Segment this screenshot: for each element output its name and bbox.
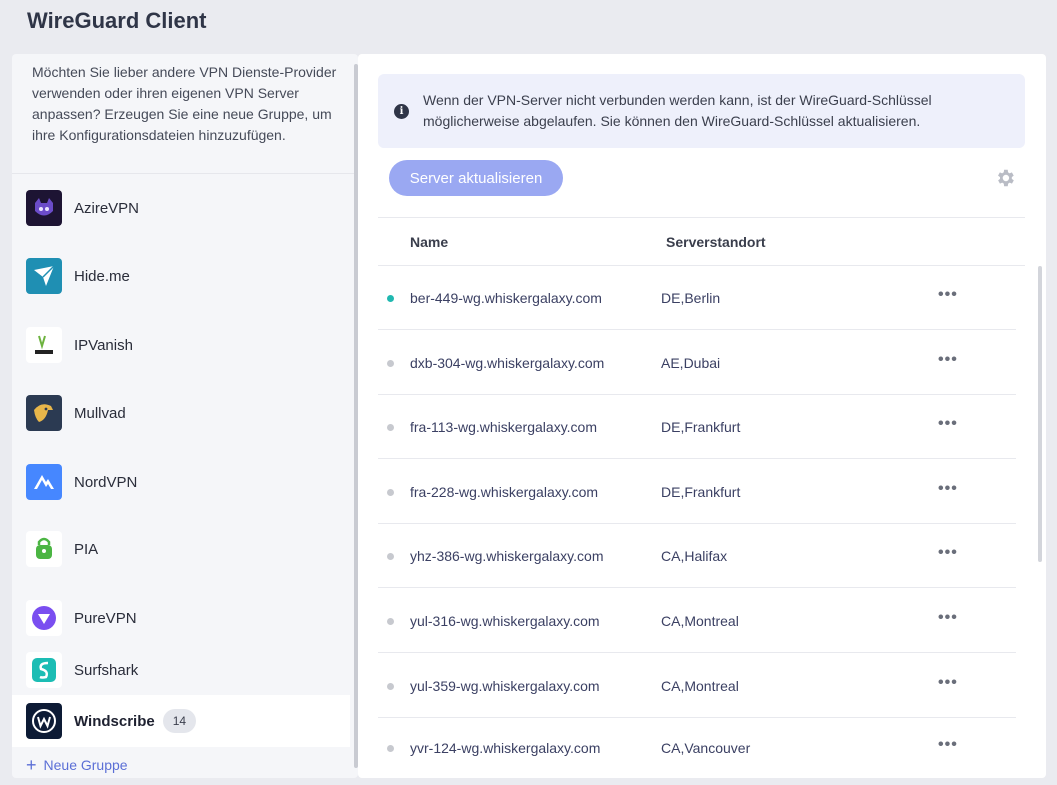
status-dot-icon [387,745,394,752]
server-row[interactable]: fra-228-wg.whiskergalaxy.com DE,Frankfur… [378,460,1016,524]
status-dot-icon [387,553,394,560]
server-panel: i Wenn der VPN-Server nicht verbunden we… [358,54,1046,778]
server-row[interactable]: dxb-304-wg.whiskergalaxy.com AE,Dubai ••… [378,331,1016,395]
status-dot-icon [387,618,394,625]
more-options-icon[interactable]: ••• [938,609,958,627]
status-dot-icon [387,489,394,496]
sidebar-item-label: Mullvad [74,404,126,422]
server-name: yhz-386-wg.whiskergalaxy.com [410,548,604,564]
sidebar-item-nordvpn[interactable]: NordVPN [12,456,350,508]
server-row[interactable]: yul-359-wg.whiskergalaxy.com CA,Montreal… [378,654,1016,718]
sidebar-item-label: Surfshark [74,661,139,679]
server-location: CA,Vancouver [661,740,751,756]
more-options-icon[interactable]: ••• [938,736,958,754]
sidebar-item-surfshark[interactable]: Surfshark [12,644,350,696]
server-name: fra-113-wg.whiskergalaxy.com [410,419,597,435]
server-name: dxb-304-wg.whiskergalaxy.com [410,355,605,371]
divider [378,217,1025,218]
more-options-icon[interactable]: ••• [938,480,958,498]
more-options-icon[interactable]: ••• [938,544,958,562]
sidebar-item-label: IPVanish [74,336,133,354]
sidebar-item-azirevpn[interactable]: AzireVPN [12,182,350,234]
sidebar-item-purevpn[interactable]: PureVPN [12,592,350,644]
server-name: ber-449-wg.whiskergalaxy.com [410,290,602,306]
app-title: WireGuard Client [27,8,207,33]
azirevpn-logo-icon [26,190,62,226]
server-row[interactable]: yvr-124-wg.whiskergalaxy.com CA,Vancouve… [378,716,1016,778]
plus-icon: + [26,755,37,775]
server-location: AE,Dubai [661,355,721,371]
server-count-badge: 14 [162,709,197,733]
sidebar-item-label: Hide.me [74,267,130,285]
sidebar-item-ipvanish[interactable]: IPVanish [12,319,350,371]
new-group-button[interactable]: + Neue Gruppe [26,756,128,774]
server-row[interactable]: ber-449-wg.whiskergalaxy.com DE,Berlin •… [378,266,1016,330]
pia-logo-icon [26,531,62,567]
status-dot-icon [387,424,394,431]
server-name: yul-316-wg.whiskergalaxy.com [410,613,600,629]
hideme-logo-icon [26,258,62,294]
sidebar-item-label: AzireVPN [74,199,140,217]
server-location: DE,Berlin [661,290,721,306]
windscribe-logo-icon [26,703,62,739]
column-header-name: Name [410,234,449,250]
sidebar-item-windscribe[interactable]: Windscribe 14 [12,695,350,747]
sidebar-item-label: PureVPN [74,609,137,627]
ipvanish-logo-icon [26,327,62,363]
server-location: DE,Frankfurt [661,419,741,435]
server-location: CA,Montreal [661,678,739,694]
info-icon: i [394,103,409,119]
sidebar-item-mullvad[interactable]: Mullvad [12,387,350,439]
sidebar-item-label: NordVPN [74,473,138,491]
info-banner-text: Wenn der VPN-Server nicht verbunden werd… [423,92,932,129]
column-header-location: Serverstandort [666,234,766,250]
purevpn-logo-icon [26,600,62,636]
server-location: DE,Frankfurt [661,484,741,500]
server-name: fra-228-wg.whiskergalaxy.com [410,484,599,500]
server-location: CA,Montreal [661,613,739,629]
server-location: CA,Halifax [661,548,728,564]
nordvpn-logo-icon [26,464,62,500]
sidebar: Möchten Sie lieber andere VPN Dienste-Pr… [12,54,358,778]
server-list-scrollbar[interactable] [1038,266,1042,562]
sidebar-item-hideme[interactable]: Hide.me [12,250,350,302]
update-servers-button[interactable]: Server aktualisieren [389,160,563,196]
server-name: yul-359-wg.whiskergalaxy.com [410,678,600,694]
sidebar-item-pia[interactable]: PIA [12,523,350,575]
status-dot-icon [387,295,394,302]
more-options-icon[interactable]: ••• [938,286,958,304]
mullvad-logo-icon [26,395,62,431]
server-name: yvr-124-wg.whiskergalaxy.com [410,740,601,756]
sidebar-intro-text: Möchten Sie lieber andere VPN Dienste-Pr… [12,54,358,174]
server-row[interactable]: yul-316-wg.whiskergalaxy.com CA,Montreal… [378,589,1016,653]
server-row[interactable]: fra-113-wg.whiskergalaxy.com DE,Frankfur… [378,395,1016,459]
gear-icon[interactable] [994,167,1016,189]
sidebar-item-label: Windscribe [74,712,155,730]
sidebar-item-label: PIA [74,540,99,558]
server-row[interactable]: yhz-386-wg.whiskergalaxy.com CA,Halifax … [378,524,1016,588]
surfshark-logo-icon [26,652,62,688]
more-options-icon[interactable]: ••• [938,351,958,369]
more-options-icon[interactable]: ••• [938,415,958,433]
status-dot-icon [387,683,394,690]
new-group-label: Neue Gruppe [43,757,128,773]
info-banner: i Wenn der VPN-Server nicht verbunden we… [378,74,1025,148]
status-dot-icon [387,360,394,367]
more-options-icon[interactable]: ••• [938,674,958,692]
